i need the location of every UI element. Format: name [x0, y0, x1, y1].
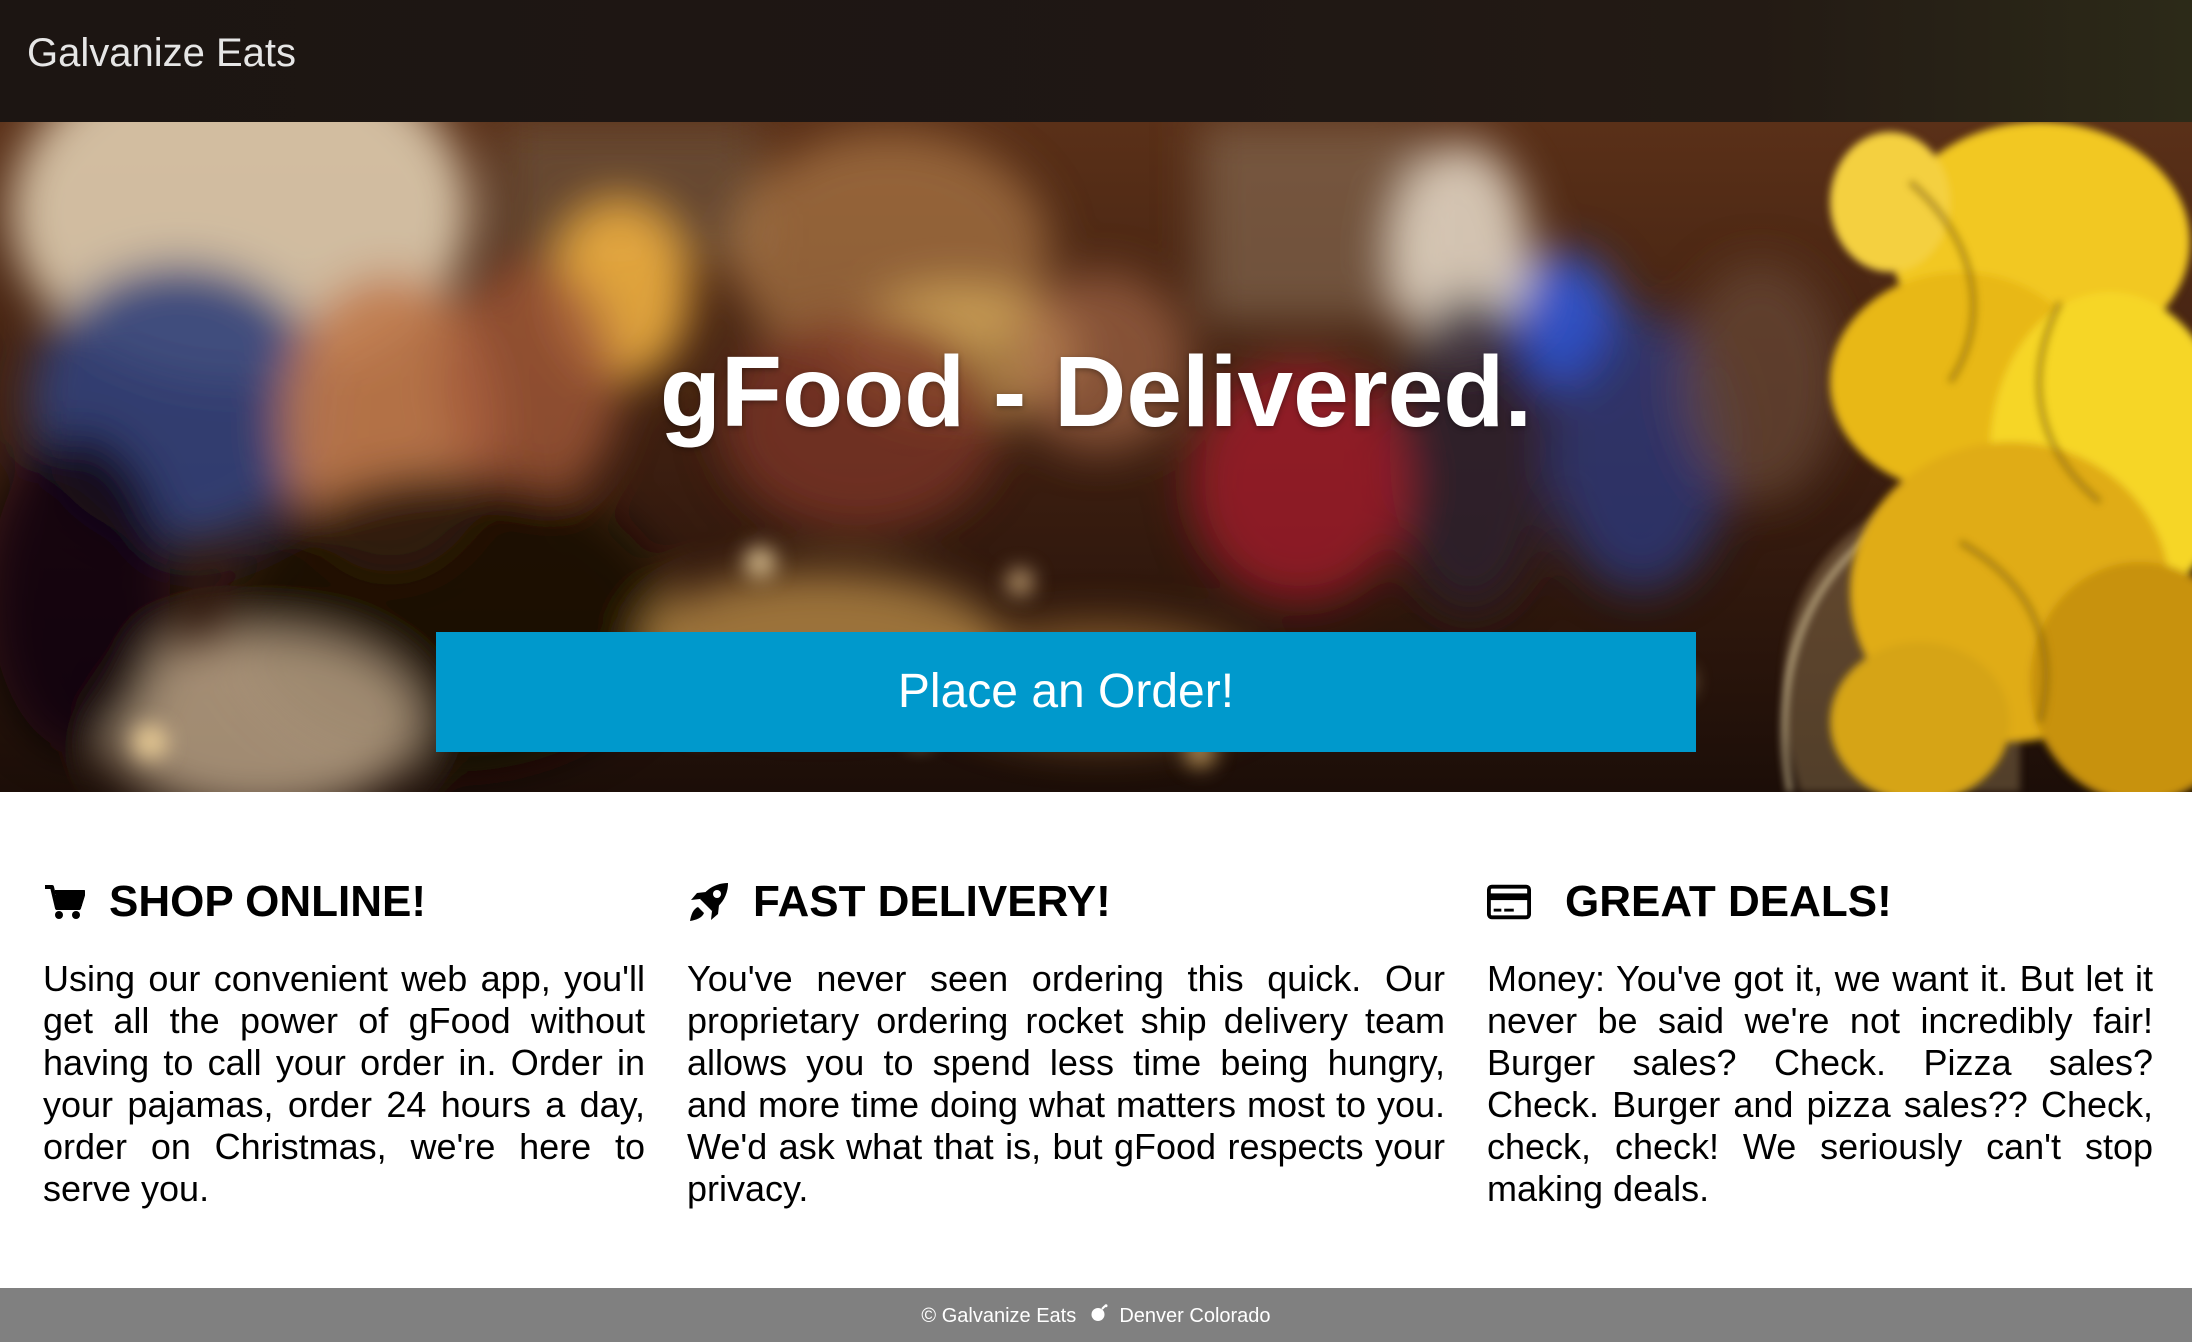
- rocket-icon: [687, 880, 731, 924]
- feature-title: GREAT DEALS!: [1565, 877, 1892, 926]
- feature-description: Money: You've got it, we want it. But le…: [1487, 958, 2153, 1209]
- place-order-button[interactable]: Place an Order!: [436, 632, 1696, 752]
- bomb-icon: [1090, 1289, 1108, 1343]
- footer-copyright: © Galvanize Eats: [921, 1304, 1077, 1327]
- features-section: SHOP ONLINE! Using our convenient web ap…: [0, 792, 2192, 1288]
- credit-card-icon: [1487, 880, 1531, 924]
- feature-title: SHOP ONLINE!: [109, 877, 427, 926]
- feature-heading: FAST DELIVERY!: [687, 872, 1445, 932]
- feature-description: Using our convenient web app, you'll get…: [43, 958, 645, 1209]
- brand-link[interactable]: Galvanize Eats: [27, 28, 296, 78]
- feature-heading: SHOP ONLINE!: [43, 872, 645, 932]
- feature-fast-delivery: FAST DELIVERY! You've never seen orderin…: [687, 872, 1445, 1210]
- feature-great-deals: GREAT DEALS! Money: You've got it, we wa…: [1487, 872, 2153, 1210]
- hero-title: gFood - Delivered.: [659, 336, 1533, 448]
- footer: © Galvanize Eats Denver Colorado: [0, 1288, 2192, 1342]
- footer-location: Denver Colorado: [1119, 1304, 1271, 1327]
- feature-heading: GREAT DEALS!: [1487, 872, 2153, 932]
- navbar: Galvanize Eats: [0, 0, 2192, 122]
- feature-shop-online: SHOP ONLINE! Using our convenient web ap…: [43, 872, 645, 1210]
- feature-title: FAST DELIVERY!: [753, 877, 1111, 926]
- feature-description: You've never seen ordering this quick. O…: [687, 958, 1445, 1209]
- shopping-cart-icon: [43, 880, 87, 924]
- hero-section: gFood - Delivered. Place an Order!: [0, 122, 2192, 792]
